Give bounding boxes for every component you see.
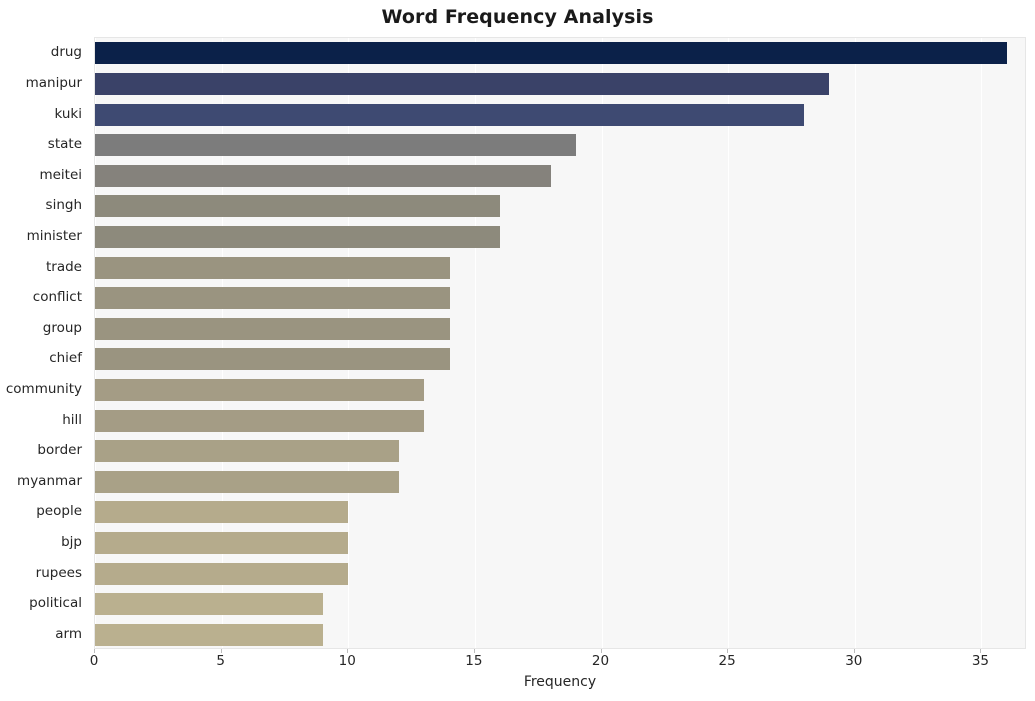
bar-row bbox=[95, 42, 1027, 65]
y-axis-tick-label: minister bbox=[26, 227, 82, 244]
bar bbox=[95, 134, 577, 157]
y-axis-tick-label: political bbox=[29, 595, 82, 612]
bar bbox=[95, 103, 805, 126]
bar-row bbox=[95, 72, 1027, 95]
x-axis-title: Frequency bbox=[523, 674, 597, 690]
y-axis-tick-label: singh bbox=[45, 197, 82, 214]
bar bbox=[95, 440, 399, 463]
bar bbox=[95, 378, 425, 401]
bar-row bbox=[95, 287, 1027, 310]
y-axis-tick-label: people bbox=[36, 503, 82, 520]
x-axis-tick-label: 10 bbox=[338, 653, 356, 669]
bar-row bbox=[95, 225, 1027, 248]
y-axis-tick-label: group bbox=[42, 319, 82, 336]
y-axis-tick-label: border bbox=[37, 442, 82, 459]
x-axis-tick-label: 15 bbox=[465, 653, 483, 669]
bar-row bbox=[95, 440, 1027, 463]
y-axis-tick-label: hill bbox=[62, 411, 82, 428]
y-axis-tick-label: arm bbox=[55, 625, 82, 642]
bar-row bbox=[95, 378, 1027, 401]
y-axis-tick-label: kuki bbox=[54, 105, 82, 122]
bar bbox=[95, 164, 551, 187]
x-axis-tick-label: 25 bbox=[718, 653, 736, 669]
x-axis-tick-label: 0 bbox=[89, 653, 99, 669]
bar bbox=[95, 287, 450, 310]
x-axis-ticks: 0 5 10 15 20 25 30 35 bbox=[90, 649, 1026, 671]
bar-row bbox=[95, 409, 1027, 432]
bar bbox=[95, 531, 349, 554]
bar bbox=[95, 317, 450, 340]
bar bbox=[95, 225, 501, 248]
y-axis-labels: drug manipur kuki state meitei singh minister t… bbox=[0, 37, 88, 649]
y-axis-tick-label: state bbox=[47, 136, 82, 153]
bar bbox=[95, 501, 349, 524]
y-axis-tick-label: drug bbox=[50, 44, 82, 61]
x-axis-tick-label: 35 bbox=[971, 653, 989, 669]
bar-row bbox=[95, 562, 1027, 585]
y-axis-tick-label: meitei bbox=[39, 166, 82, 183]
bar bbox=[95, 623, 323, 646]
y-axis-tick-label: community bbox=[5, 380, 82, 397]
bar-row bbox=[95, 531, 1027, 554]
bar bbox=[95, 348, 450, 371]
bar bbox=[95, 72, 830, 95]
y-axis-tick-label: trade bbox=[46, 258, 82, 275]
y-axis-tick-label: conflict bbox=[32, 289, 82, 306]
bar bbox=[95, 593, 323, 616]
y-axis-tick-label: bjp bbox=[61, 533, 82, 550]
bars-container bbox=[95, 38, 1025, 648]
y-axis-tick-label: rupees bbox=[35, 564, 82, 581]
chart-title: Word Frequency Analysis bbox=[381, 6, 654, 28]
bar bbox=[95, 409, 425, 432]
bar-row bbox=[95, 470, 1027, 493]
x-axis-tick-label: 30 bbox=[845, 653, 863, 669]
bar-row bbox=[95, 134, 1027, 157]
bar bbox=[95, 562, 349, 585]
bar-row bbox=[95, 164, 1027, 187]
bar-row bbox=[95, 256, 1027, 279]
bar bbox=[95, 256, 450, 279]
x-axis-tick-label: 5 bbox=[216, 653, 225, 669]
y-axis-tick-label: chief bbox=[49, 350, 82, 367]
bar-row bbox=[95, 317, 1027, 340]
chart-figure: Word Frequency Analysis drug manipur kuki s… bbox=[0, 0, 1035, 701]
bar-row bbox=[95, 103, 1027, 126]
bar-row bbox=[95, 195, 1027, 218]
y-axis-tick-label: manipur bbox=[25, 74, 82, 91]
bar-row bbox=[95, 623, 1027, 646]
bar bbox=[95, 470, 399, 493]
y-axis-tick-label: myanmar bbox=[17, 472, 82, 489]
bar bbox=[95, 195, 501, 218]
bar-row bbox=[95, 593, 1027, 616]
x-axis-tick-label: 20 bbox=[591, 653, 610, 669]
bar-row bbox=[95, 501, 1027, 524]
bar bbox=[95, 42, 1007, 65]
plot-area bbox=[94, 37, 1026, 649]
bar-row bbox=[95, 348, 1027, 371]
